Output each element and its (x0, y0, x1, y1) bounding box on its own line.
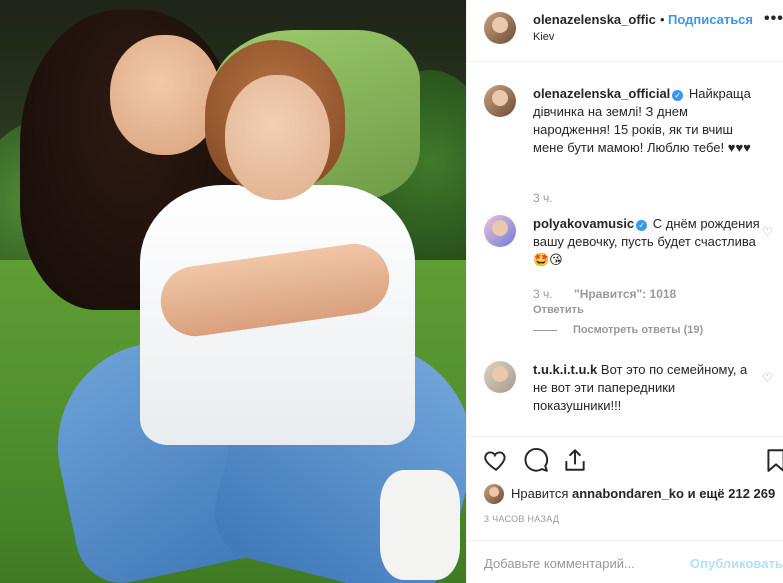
liker-avatar[interactable] (484, 484, 504, 504)
commenter-username[interactable]: polyakovamusic (533, 216, 634, 231)
caption-username[interactable]: olenazelenska_official (533, 86, 670, 101)
commenter-avatar[interactable] (484, 215, 516, 247)
share-icon[interactable] (562, 447, 588, 473)
more-dots-icon[interactable]: ••• (764, 10, 783, 28)
post-photo[interactable] (0, 0, 466, 583)
caption-time: 3 ч. (533, 191, 553, 205)
photo-girl-face (110, 35, 220, 155)
like-heart-icon[interactable] (483, 447, 509, 473)
photo-woman-face (225, 75, 330, 200)
comment-body: t.u.k.i.t.u.k Вот это по семейному, а не… (533, 361, 763, 415)
caption-body: olenazelenska_official ✓ Найкраща дівчинк… (533, 85, 763, 157)
add-comment-bar: Опубликовать (467, 540, 783, 583)
comment-body: polyakovamusic ✓ С днём рождения вашу дев… (533, 215, 763, 269)
separator-dot: • (660, 12, 665, 27)
replies-line (533, 329, 557, 331)
verified-badge-icon: ✓ (636, 220, 648, 231)
liker-username[interactable]: annabondaren_ko (572, 486, 684, 501)
comments-list: olenazelenska_official ✓ Найкраща дівчинк… (467, 63, 783, 435)
post-side-panel: olenazelenska_offic • Подписаться Kiev •… (466, 0, 783, 583)
follow-button[interactable]: Подписаться (668, 12, 753, 27)
likes-count[interactable]: и ещё 212 269 (688, 486, 776, 501)
comment-likes-count[interactable]: "Нравится": 1018 (574, 287, 676, 301)
view-replies-label: Посмотреть ответы (19) (573, 324, 704, 336)
post-actions (467, 436, 783, 482)
likes-summary: Нравится annabondaren_ko и ещё 212 269 (484, 484, 783, 504)
post-location[interactable]: Kiev (533, 31, 554, 43)
likes-text: Нравится annabondaren_ko и ещё 212 269 (511, 486, 775, 501)
publish-button[interactable]: Опубликовать (690, 556, 783, 571)
comment-like-heart-icon[interactable]: ♡ (762, 225, 774, 239)
likes-prefix: Нравится (511, 486, 569, 501)
post-header: olenazelenska_offic • Подписаться Kiev •… (467, 0, 783, 62)
commenter-username[interactable]: t.u.k.i.t.u.k (533, 362, 597, 377)
commenter-avatar[interactable] (484, 361, 516, 393)
caption-avatar[interactable] (484, 85, 516, 117)
bookmark-icon[interactable] (763, 447, 783, 473)
add-comment-input[interactable] (484, 556, 684, 571)
author-avatar[interactable] (484, 12, 516, 44)
comment-bubble-icon[interactable] (523, 447, 549, 473)
comment-item: polyakovamusic ✓ С днём рождения вашу дев… (484, 215, 774, 345)
comment-like-heart-icon[interactable]: ♡ (762, 371, 774, 385)
post-timestamp[interactable]: 3 ЧАСОВ НАЗАД (484, 514, 559, 524)
comment-item: t.u.k.i.t.u.k Вот это по семейному, а не… (484, 361, 774, 431)
photo-shoe (380, 470, 460, 580)
comment-time: 3 ч. (533, 287, 553, 301)
reply-button[interactable]: Ответить (533, 304, 584, 316)
verified-badge-icon: ✓ (672, 90, 684, 101)
caption-comment: olenazelenska_official ✓ Найкраща дівчинк… (484, 85, 774, 235)
view-replies-button[interactable]: Посмотреть ответы (19) (533, 324, 703, 336)
author-username[interactable]: olenazelenska_offic (533, 12, 656, 27)
